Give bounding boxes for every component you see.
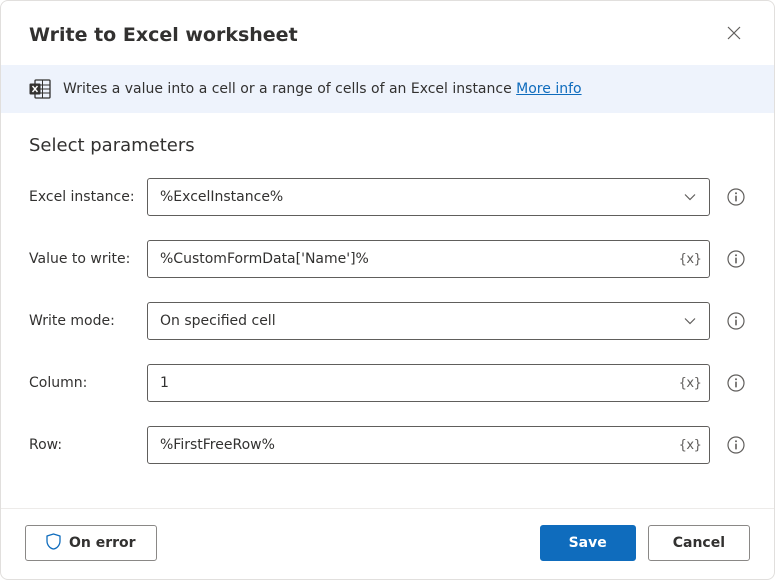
label-value-to-write: Value to write: — [29, 251, 137, 267]
variable-picker-icon[interactable]: {x} — [678, 371, 702, 395]
save-label: Save — [569, 535, 607, 551]
row-excel-instance: Excel instance: %ExcelInstance% — [29, 178, 746, 216]
label-row: Row: — [29, 437, 137, 453]
control-wrap: %FirstFreeRow% {x} — [147, 426, 710, 464]
excel-instance-value: %ExcelInstance% — [160, 189, 283, 205]
close-button[interactable] — [718, 19, 750, 51]
chevron-down-icon[interactable] — [678, 185, 702, 209]
row-value-to-write: Value to write: %CustomFormData['Name']%… — [29, 240, 746, 278]
control-wrap: %CustomFormData['Name']% {x} — [147, 240, 710, 278]
column-value: 1 — [160, 375, 169, 391]
row-row: Row: %FirstFreeRow% {x} — [29, 426, 746, 464]
dialog-title: Write to Excel worksheet — [29, 24, 298, 46]
help-icon[interactable] — [726, 311, 746, 331]
value-to-write-value: %CustomFormData['Name']% — [160, 251, 369, 267]
dialog-footer: On error Save Cancel — [1, 508, 774, 579]
label-column: Column: — [29, 375, 137, 391]
help-icon[interactable] — [726, 435, 746, 455]
variable-picker-icon[interactable]: {x} — [678, 433, 702, 457]
row-value: %FirstFreeRow% — [160, 437, 275, 453]
banner-text: Writes a value into a cell or a range of… — [63, 81, 582, 97]
banner-description: Writes a value into a cell or a range of… — [63, 81, 512, 97]
on-error-button[interactable]: On error — [25, 525, 157, 561]
value-to-write-input[interactable]: %CustomFormData['Name']% — [147, 240, 710, 278]
row-input[interactable]: %FirstFreeRow% — [147, 426, 710, 464]
row-column: Column: 1 {x} — [29, 364, 746, 402]
help-icon[interactable] — [726, 187, 746, 207]
on-error-label: On error — [69, 535, 136, 551]
control-wrap: %ExcelInstance% — [147, 178, 710, 216]
dialog-header: Write to Excel worksheet — [1, 1, 774, 65]
write-mode-value: On specified cell — [160, 313, 276, 329]
control-wrap: On specified cell — [147, 302, 710, 340]
row-write-mode: Write mode: On specified cell — [29, 302, 746, 340]
label-excel-instance: Excel instance: — [29, 189, 137, 205]
dialog-body: Select parameters Excel instance: %Excel… — [1, 113, 774, 508]
excel-icon — [29, 79, 51, 99]
section-title: Select parameters — [29, 135, 746, 156]
info-banner: Writes a value into a cell or a range of… — [1, 65, 774, 113]
shield-icon — [46, 533, 61, 554]
cancel-label: Cancel — [673, 535, 725, 551]
more-info-link[interactable]: More info — [516, 81, 581, 97]
dialog: Write to Excel worksheet Writes a value — [0, 0, 775, 580]
variable-picker-icon[interactable]: {x} — [678, 247, 702, 271]
help-icon[interactable] — [726, 373, 746, 393]
label-write-mode: Write mode: — [29, 313, 137, 329]
control-wrap: 1 {x} — [147, 364, 710, 402]
excel-instance-dropdown[interactable]: %ExcelInstance% — [147, 178, 710, 216]
chevron-down-icon[interactable] — [678, 309, 702, 333]
help-icon[interactable] — [726, 249, 746, 269]
save-button[interactable]: Save — [540, 525, 636, 561]
cancel-button[interactable]: Cancel — [648, 525, 750, 561]
write-mode-dropdown[interactable]: On specified cell — [147, 302, 710, 340]
column-input[interactable]: 1 — [147, 364, 710, 402]
close-icon — [727, 26, 741, 44]
